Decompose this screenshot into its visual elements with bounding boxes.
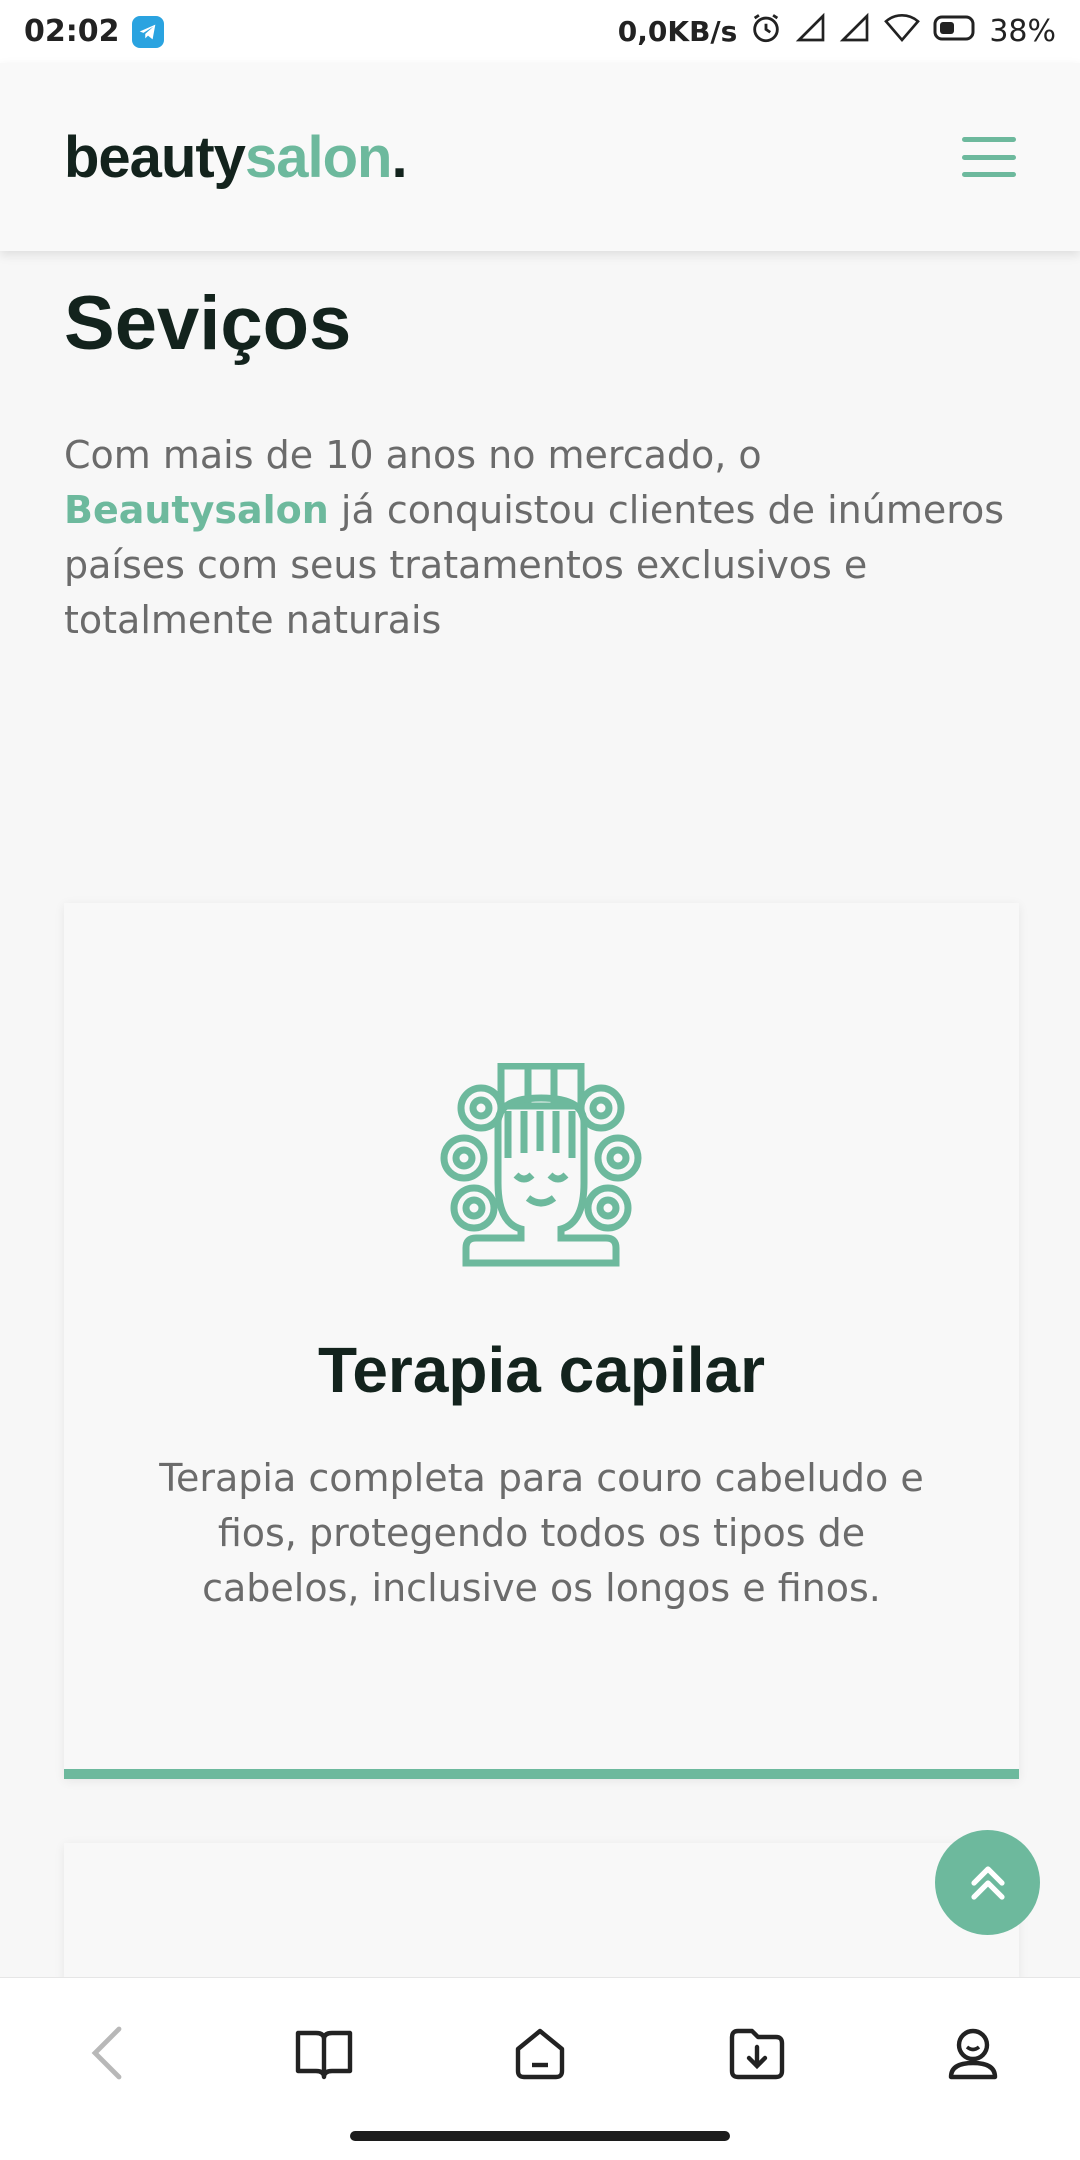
page-title: Seviços	[64, 281, 352, 366]
downloads-button[interactable]	[722, 2018, 792, 2088]
bookmarks-button[interactable]	[289, 2018, 359, 2088]
hair-rollers-icon	[440, 1063, 642, 1267]
scroll-top-button[interactable]	[935, 1830, 1040, 1935]
section-description: Com mais de 10 anos no mercado, o Beauty…	[64, 428, 1024, 648]
battery-percent: 38%	[989, 14, 1056, 49]
home-icon	[515, 2028, 565, 2080]
service-card-next	[64, 1843, 1019, 1983]
double-chevron-up-icon	[970, 1865, 1005, 1900]
brand-name: Beautysalon	[64, 488, 329, 532]
back-icon	[91, 2026, 122, 2080]
status-time: 02:02	[24, 14, 120, 49]
site-header: beautysalon.	[0, 63, 1080, 251]
logo[interactable]: beautysalon.	[64, 124, 408, 191]
gesture-bar[interactable]	[350, 2131, 730, 2141]
status-bar: 02:02 0,0KB/s 38%	[0, 0, 1080, 63]
download-icon	[729, 2028, 785, 2080]
battery-icon	[933, 14, 977, 50]
alarm-icon	[749, 11, 783, 53]
logo-accent: salon	[244, 124, 392, 190]
telegram-icon	[131, 15, 164, 48]
logo-dot: .	[391, 124, 407, 190]
network-speed: 0,0KB/s	[617, 15, 738, 48]
card-description: Terapia completa para couro cabeludo e f…	[159, 1456, 924, 1610]
signal-icon-2	[839, 12, 871, 52]
profile-icon	[948, 2028, 998, 2080]
back-button[interactable]	[72, 2018, 142, 2088]
book-icon	[295, 2030, 353, 2080]
card-title: Terapia capilar	[317, 1334, 766, 1406]
signal-icon	[795, 12, 827, 52]
profile-button[interactable]	[938, 2018, 1008, 2088]
browser-bottom-nav	[0, 1977, 1080, 2160]
menu-icon[interactable]	[962, 137, 1016, 177]
wifi-icon	[883, 12, 921, 52]
desc-text-before: Com mais de 10 anos no mercado, o	[64, 433, 762, 477]
home-button[interactable]	[505, 2018, 575, 2088]
logo-main: beauty	[64, 124, 246, 190]
service-card: Terapia capilar Terapia completa para co…	[64, 903, 1019, 1779]
